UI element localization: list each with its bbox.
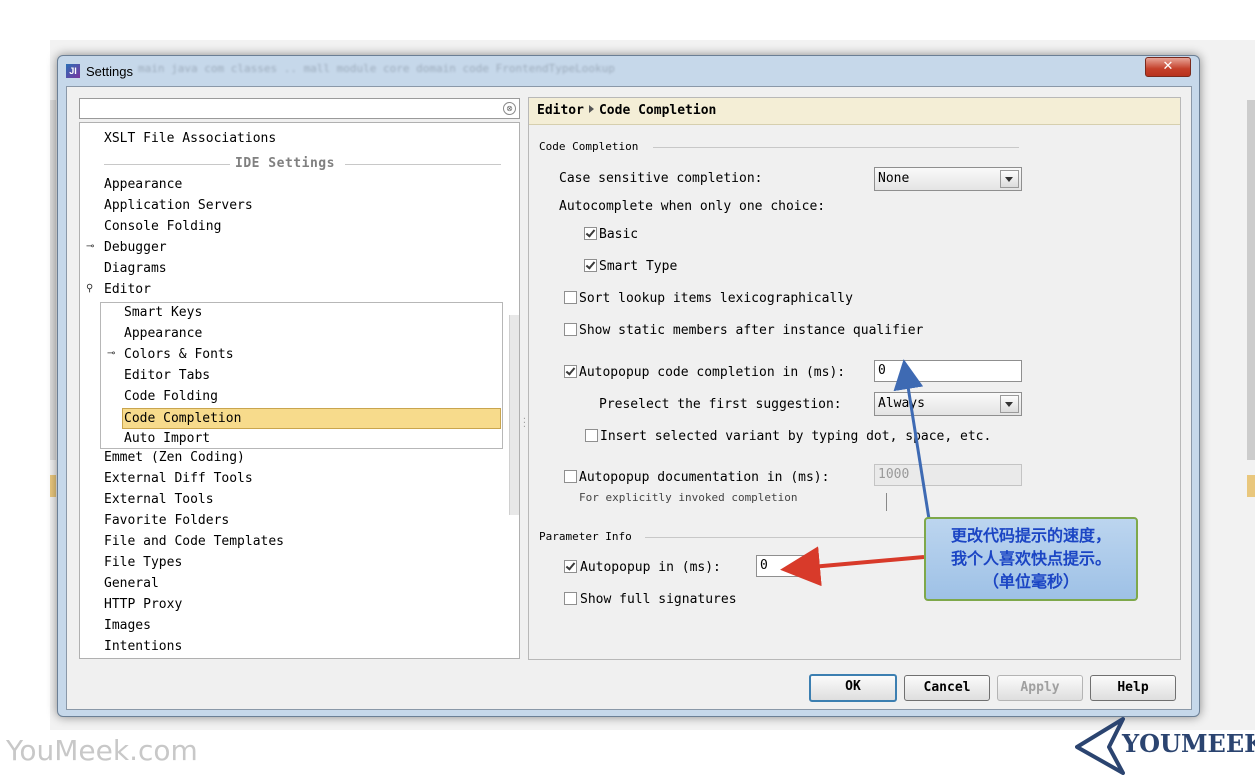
- blue-arrow: [893, 359, 931, 520]
- annotation-callout: 更改代码提示的速度， 我个人喜欢快点提示。 （单位毫秒）: [924, 517, 1138, 601]
- logo-arrow-icon: [1075, 717, 1125, 775]
- annotation-line-1: 更改代码提示的速度，: [950, 526, 1111, 545]
- watermark-right: YOUMEEK: [1122, 729, 1255, 758]
- watermark-left: YouMeek.com: [6, 734, 198, 767]
- watermark-logo: YOUMEEK: [1075, 717, 1255, 775]
- annotation-arrows: [780, 359, 931, 587]
- annotation-line-2: 我个人喜欢快点提示。: [950, 549, 1111, 568]
- red-arrow: [780, 546, 925, 587]
- annotation-line-3: （单位毫秒）: [982, 572, 1079, 591]
